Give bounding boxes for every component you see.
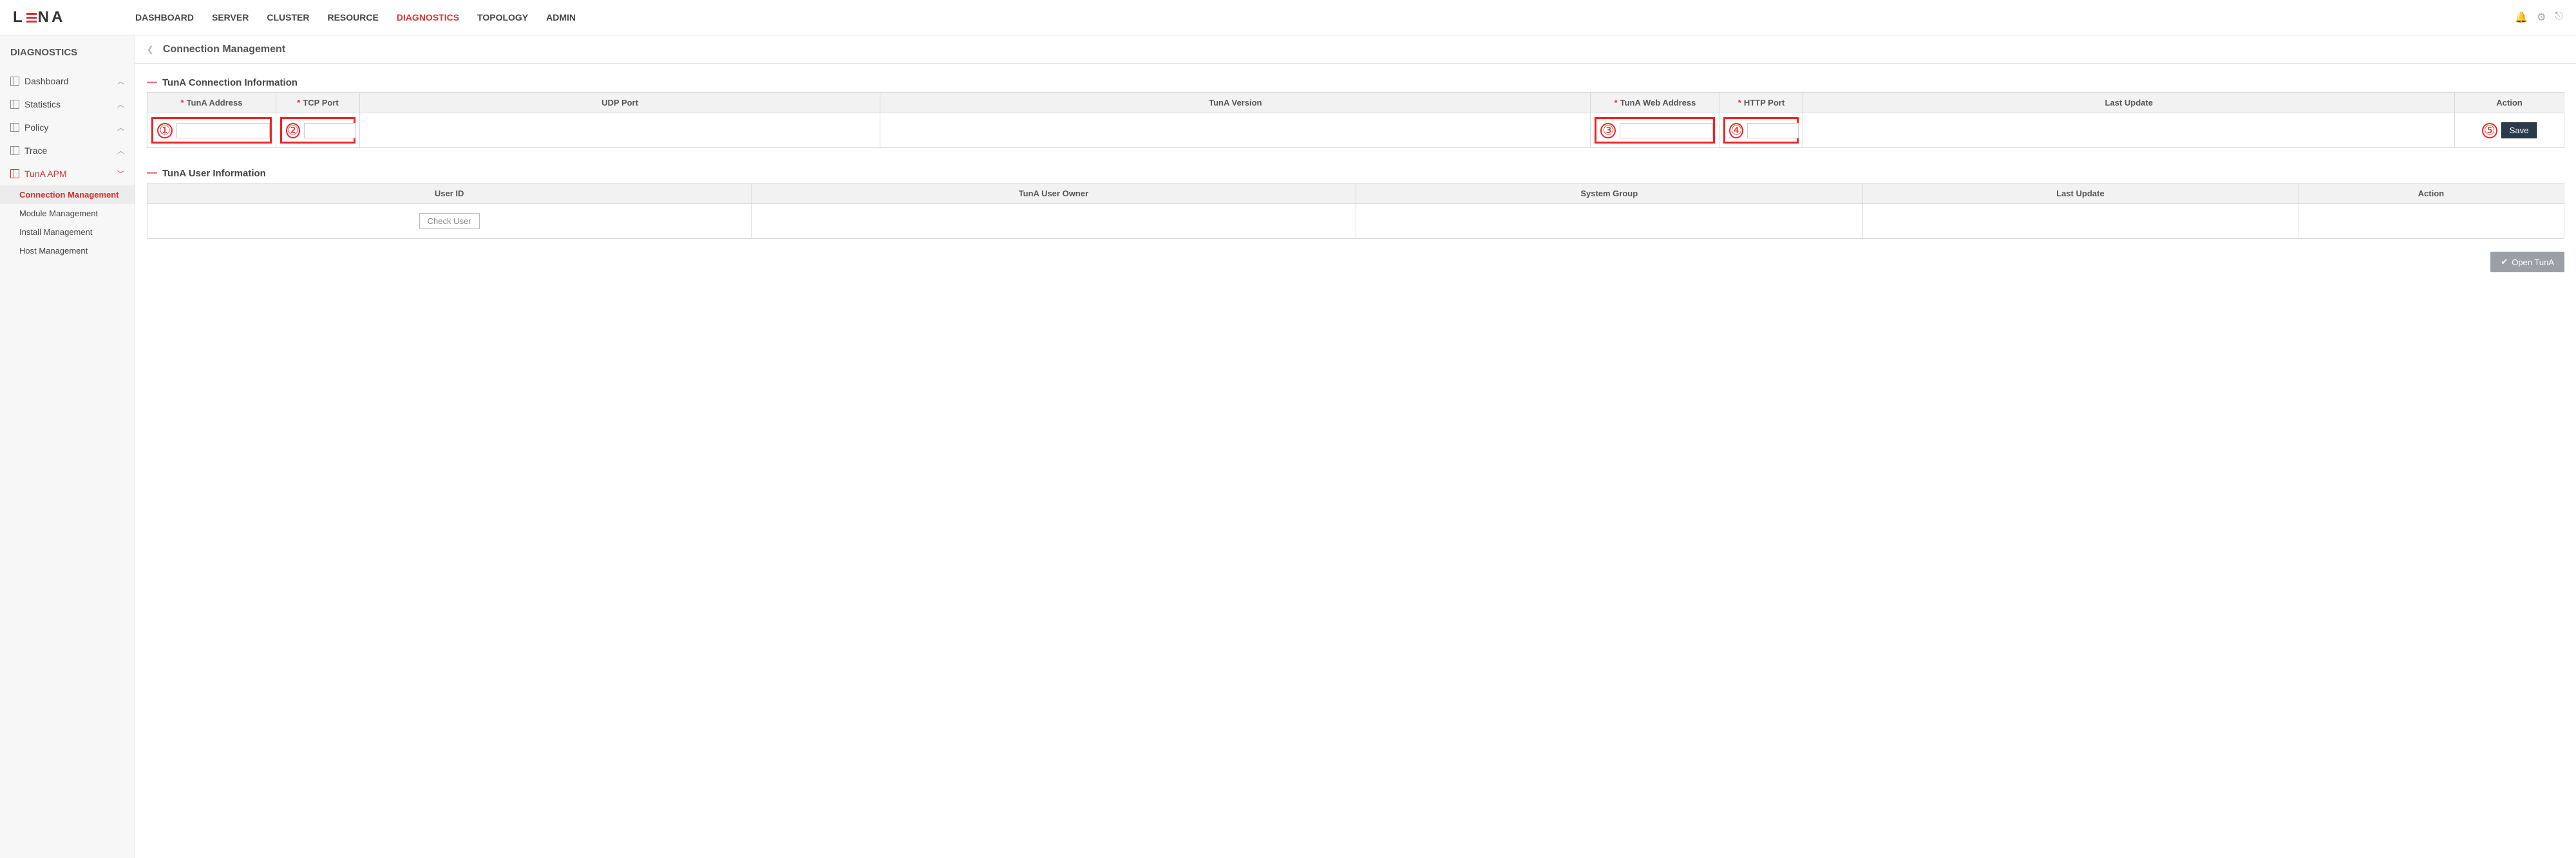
logo: L NA [13,8,135,26]
nav-cluster[interactable]: CLUSTER [267,12,309,23]
section1-head: — TunA Connection Information [147,77,2564,88]
panel-icon [10,100,19,109]
owner-cell [752,204,1356,239]
panel-icon [10,123,19,132]
tuna-web-address-input[interactable] [1620,123,1713,138]
sidebar-item-label: Trace [24,145,47,156]
sidebar-item-tuna-apm[interactable]: TunA APM ﹀ [0,162,135,185]
open-tuna-button[interactable]: ✔ Open TunA [2490,252,2564,272]
chevron-up-icon: ︿ [117,122,124,133]
connection-row: ① ② [147,113,2564,148]
col-last-update2: Last Update [1862,183,2298,204]
sidebar-title: DIAGNOSTICS [0,35,135,70]
top-icons: 🔔 ⚙ ⎋ [2515,11,2563,24]
sidebar-item-statistics[interactable]: Statistics ︿ [0,93,135,116]
col-http-port: *HTTP Port [1719,93,1803,113]
sub-connection-management[interactable]: Connection Management [0,185,135,204]
annotation-5: ⑤ Save [2482,122,2537,138]
panel-icon [10,169,19,178]
col-action2: Action [2298,183,2564,204]
sidebar-item-policy[interactable]: Policy ︿ [0,116,135,139]
page-title: Connection Management [163,44,285,55]
col-tuna-web-address: *TunA Web Address [1591,93,1719,113]
tuna-address-input[interactable] [176,123,270,138]
annotation-num-1: ① [157,123,173,138]
sub-host-management[interactable]: Host Management [19,241,135,260]
section1-title: TunA Connection Information [162,77,298,88]
collapse-icon[interactable]: — [147,77,157,88]
annotation-3: ③ [1595,117,1715,144]
chevron-up-icon: ︿ [117,76,124,86]
main: ❮ Connection Management — TunA Connectio… [135,35,2576,858]
nav-admin[interactable]: ADMIN [546,12,576,23]
col-tcp-port: *TCP Port [276,93,360,113]
sidebar-submenu: Connection Management Module Management … [0,185,135,260]
nav-resource[interactable]: RESOURCE [327,12,378,23]
annotation-num-4: ④ [1729,123,1743,138]
tuna-version-cell [880,113,1591,148]
annotation-num-3: ③ [1600,123,1616,138]
annotation-2: ② [280,117,355,144]
sidebar-item-label: Dashboard [24,76,69,86]
last-update-cell [1803,113,2455,148]
tcp-port-input[interactable] [304,123,355,138]
save-button[interactable]: Save [2501,122,2537,138]
logo-bars-icon [26,13,37,23]
system-group-cell [1356,204,1862,239]
topbar: L NA DASHBOARD SERVER CLUSTER RESOURCE D… [0,0,2576,35]
nav-topology[interactable]: TOPOLOGY [477,12,528,23]
logo-right: NA [38,8,66,26]
sidebar-item-label: TunA APM [24,169,67,179]
sidebar-item-label: Policy [24,122,48,133]
sidebar-item-dashboard[interactable]: Dashboard ︿ [0,70,135,93]
panel-icon [10,77,19,86]
chevron-up-icon: ︿ [117,145,124,156]
chevron-down-icon: ﹀ [117,169,124,179]
http-port-input[interactable] [1747,123,1799,138]
gear-icon[interactable]: ⚙ [2537,11,2546,24]
logout-icon[interactable]: ⎋ [2555,11,2563,24]
last-update2-cell [1862,204,2298,239]
check-icon: ✔ [2501,257,2508,267]
annotation-num-2: ② [286,123,300,138]
col-udp-port: UDP Port [360,93,880,113]
sidebar: DIAGNOSTICS Dashboard ︿ Statistics ︿ Pol… [0,35,135,858]
udp-port-cell [360,113,880,148]
action2-cell [2298,204,2564,239]
col-tuna-version: TunA Version [880,93,1591,113]
connection-table: *TunA Address *TCP Port UDP Port TunA Ve… [147,92,2564,148]
annotation-4: ④ [1723,117,1799,144]
check-user-button[interactable]: Check User [419,213,480,229]
col-tuna-address: *TunA Address [147,93,276,113]
annotation-1: ① [151,117,272,144]
user-row: Check User [147,204,2564,239]
sub-module-management[interactable]: Module Management [19,204,135,223]
sub-install-management[interactable]: Install Management [19,223,135,241]
section2-head: — TunA User Information [147,167,2564,179]
nav-diagnostics[interactable]: DIAGNOSTICS [397,12,459,23]
col-owner: TunA User Owner [752,183,1356,204]
col-action: Action [2455,93,2564,113]
nav-server[interactable]: SERVER [212,12,249,23]
open-tuna-label: Open TunA [2512,257,2554,267]
page-head: ❮ Connection Management [135,35,2576,64]
logo-left: L [13,8,25,26]
col-user-id: User ID [147,183,752,204]
panel-icon [10,146,19,155]
chevron-up-icon: ︿ [117,99,124,109]
collapse-icon[interactable]: — [147,167,157,179]
col-last-update: Last Update [1803,93,2455,113]
nav-dashboard[interactable]: DASHBOARD [135,12,194,23]
annotation-num-5: ⑤ [2482,123,2497,138]
sidebar-item-trace[interactable]: Trace ︿ [0,139,135,162]
col-system-group: System Group [1356,183,1862,204]
top-nav: DASHBOARD SERVER CLUSTER RESOURCE DIAGNO… [135,12,2515,23]
user-table: User ID TunA User Owner System Group Las… [147,183,2564,239]
bell-icon[interactable]: 🔔 [2515,11,2528,24]
section2-title: TunA User Information [162,168,266,179]
back-icon[interactable]: ❮ [147,44,154,55]
sidebar-item-label: Statistics [24,99,61,109]
